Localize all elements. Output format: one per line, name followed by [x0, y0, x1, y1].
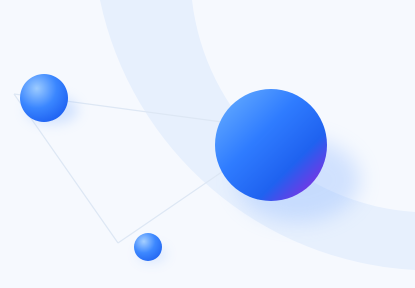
large-sphere [215, 89, 327, 201]
decorative-illustration [0, 0, 415, 288]
small-sphere-bottom [134, 233, 162, 261]
small-sphere-left [20, 74, 68, 122]
connector-line-bottom [117, 164, 233, 244]
illustration-canvas [13, 0, 415, 270]
